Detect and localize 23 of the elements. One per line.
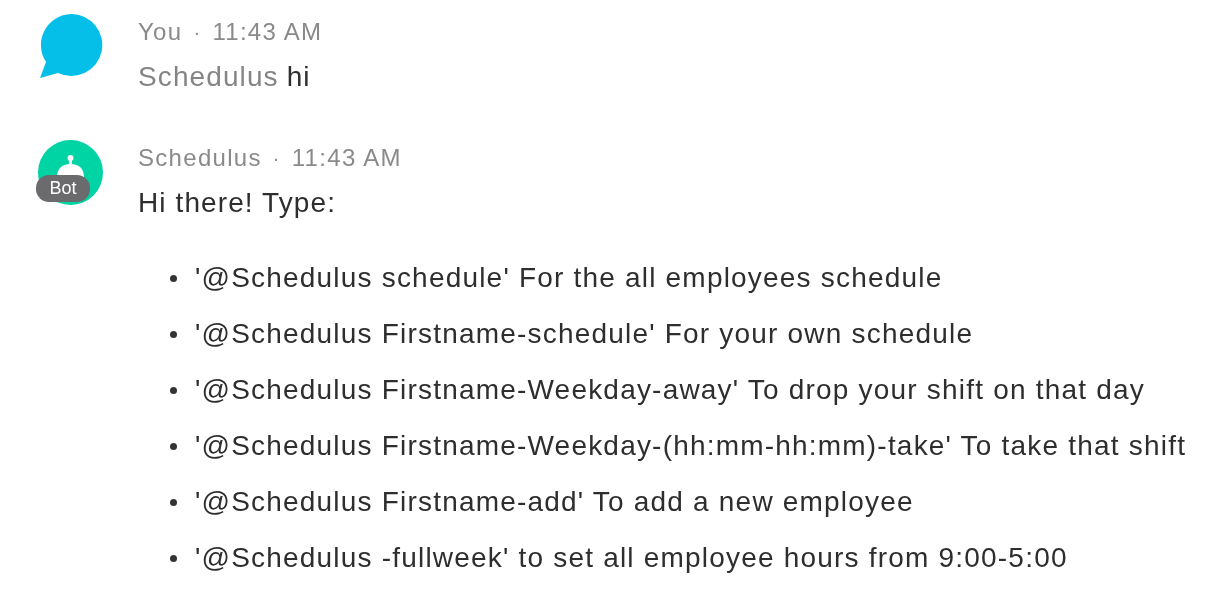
command-text: '@Schedulus schedule' For the all employees schedule [195,261,943,295]
message-time: 11:43 AM [212,17,323,47]
command-text: '@Schedulus Firstname-Weekday-away' To drop your shift on that day [195,373,1145,407]
separator-dot: · [272,146,281,171]
command-text: '@Schedulus Firstname-Weekday-(hh:mm-hh:mm)-take' To take that shift [195,429,1187,463]
chat-bubble-icon [38,14,103,79]
command-text: '@Schedulus -fullweek' to set all employee hours from 9:00-5:00 [195,541,1068,575]
message-time: 11:43 AM [291,143,402,173]
message-text: Hi there! Type: [138,186,337,220]
bullet-icon [170,274,177,282]
command-text: '@Schedulus Firstname-schedule' For your own schedule [195,317,974,351]
bullet-icon [170,442,177,450]
command-text: '@Schedulus Firstname-add' To add a new employee [195,485,914,519]
bullet-icon [170,386,177,394]
sender-name: Schedulus [138,143,262,173]
bot-badge: Bot [36,175,90,202]
mention-text[interactable]: Schedulus [138,59,279,95]
separator-dot: · [193,20,202,45]
bullet-icon [170,554,177,562]
bullet-icon [170,330,177,338]
bullet-icon [170,498,177,506]
message-text: hi [286,60,311,94]
sender-name: You [138,17,183,47]
